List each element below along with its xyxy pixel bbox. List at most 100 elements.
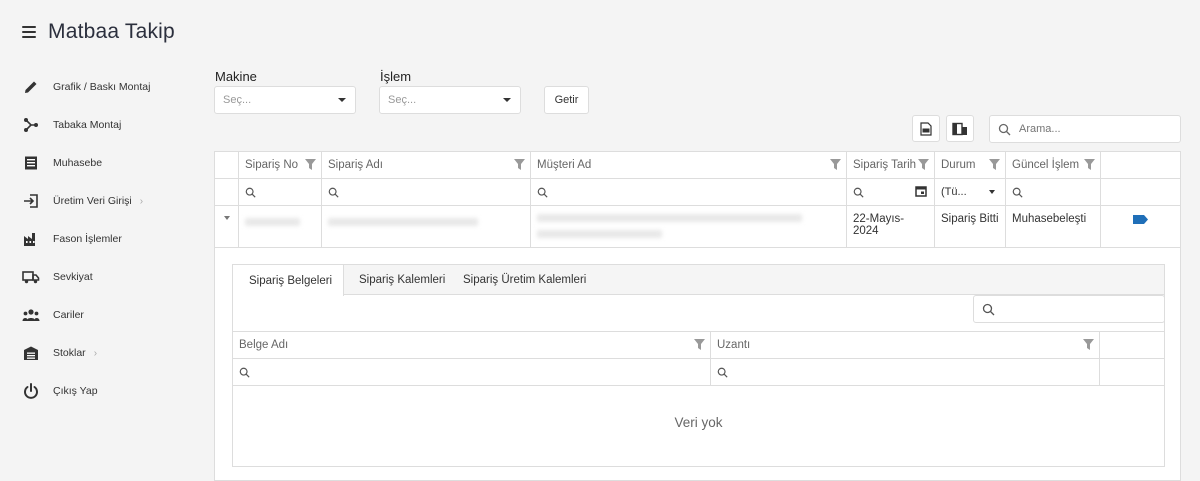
search-icon xyxy=(328,187,339,198)
search-icon xyxy=(717,367,728,378)
redacted-text xyxy=(245,218,300,226)
caret-down-icon xyxy=(503,98,511,102)
xlsx-file-icon xyxy=(920,121,932,136)
search-icon xyxy=(998,123,1011,135)
detail-search[interactable] xyxy=(973,295,1165,323)
column-header-uzanti[interactable]: Uzantı xyxy=(711,332,1100,358)
filter-icon[interactable] xyxy=(1084,159,1095,170)
filter-icon[interactable] xyxy=(1083,339,1094,350)
orders-grid: Sipariş No Sipariş Adı Müşteri Ad Sipari… xyxy=(214,151,1181,481)
cell-guncel-islem: Muhasebeleşti xyxy=(1006,206,1101,247)
column-header-musteri-ad[interactable]: Müşteri Ad xyxy=(531,152,847,178)
makine-select[interactable]: Seç... xyxy=(214,86,356,114)
filter-icon[interactable] xyxy=(830,159,841,170)
cell-actions xyxy=(1101,206,1180,247)
tab-siparis-kalemleri[interactable]: Sipariş Kalemleri xyxy=(359,265,445,295)
search-icon xyxy=(982,303,995,315)
filter-cell-siparis-adi[interactable] xyxy=(322,179,531,205)
document-icon xyxy=(22,154,40,172)
cell-siparis-no xyxy=(239,206,322,247)
chevron-right-icon: › xyxy=(93,347,98,359)
redacted-text xyxy=(328,218,478,226)
sidebar-item-tabaka-montaj[interactable]: Tabaka Montaj xyxy=(0,106,205,144)
table-row[interactable]: 22-Mayıs-2024 Sipariş Bitti Muhasebeleşt… xyxy=(215,206,1180,248)
tab-siparis-belgeleri[interactable]: Sipariş Belgeleri xyxy=(233,265,344,296)
search-icon xyxy=(1012,187,1023,198)
column-header-siparis-adi[interactable]: Sipariş Adı xyxy=(322,152,531,178)
column-header-siparis-tarih[interactable]: Sipariş Tarih xyxy=(847,152,935,178)
islem-label: İşlem xyxy=(380,69,412,84)
sidebar-item-label: Üretim Veri Girişi xyxy=(53,195,132,207)
truck-icon xyxy=(22,268,40,286)
sidebar-item-grafik-baski-montaj[interactable]: Grafik / Baskı Montaj xyxy=(0,68,205,106)
sidebar-item-fason-islemler[interactable]: Fason İşlemler xyxy=(0,220,205,258)
filter-cell-belge-adi[interactable] xyxy=(233,359,711,385)
calendar-icon[interactable] xyxy=(915,185,927,197)
warehouse-icon xyxy=(22,344,40,362)
grid-search-input[interactable] xyxy=(1019,123,1169,135)
makine-select-value: Seç... xyxy=(223,94,252,106)
filter-cell-guncel-islem[interactable] xyxy=(1006,179,1101,205)
sidebar-item-muhasebe[interactable]: Muhasebe xyxy=(0,144,205,182)
sidebar-item-label: Stoklar xyxy=(53,347,86,359)
login-icon xyxy=(22,192,40,210)
filter-icon[interactable] xyxy=(918,159,929,170)
export-xlsx-button[interactable] xyxy=(912,115,940,142)
redacted-text xyxy=(537,230,662,238)
tab-siparis-uretim-kalemleri[interactable]: Sipariş Üretim Kalemleri xyxy=(463,265,586,295)
sidebar-item-stoklar[interactable]: Stoklar › xyxy=(0,334,205,372)
sidebar-item-label: Cariler xyxy=(53,309,84,321)
menu-toggle-icon[interactable] xyxy=(22,26,36,38)
detail-tabs: Sipariş Belgeleri Sipariş Kalemleri Sipa… xyxy=(233,265,1164,296)
grid-search[interactable] xyxy=(989,115,1181,143)
sidebar-item-cikis-yap[interactable]: Çıkış Yap xyxy=(0,372,205,410)
column-header-siparis-no[interactable]: Sipariş No xyxy=(239,152,322,178)
factory-icon xyxy=(22,230,40,248)
islem-select-value: Seç... xyxy=(388,94,417,106)
sidebar-item-label: Çıkış Yap xyxy=(53,385,98,397)
redacted-text xyxy=(537,214,802,222)
makine-label: Makine xyxy=(215,69,257,84)
order-detail-panel: Sipariş Belgeleri Sipariş Kalemleri Sipa… xyxy=(232,264,1165,467)
sidebar-item-label: Muhasebe xyxy=(53,157,103,169)
expand-toggle[interactable] xyxy=(215,206,239,247)
grid-filter-row: (Tü... xyxy=(215,179,1180,206)
group-icon xyxy=(22,306,40,324)
sidebar-item-label: Fason İşlemler xyxy=(53,233,122,245)
column-header-durum[interactable]: Durum xyxy=(935,152,1006,178)
detail-header-row: Belge Adı Uzantı xyxy=(233,331,1164,359)
caret-down-icon xyxy=(338,98,346,102)
filter-cell-siparis-no[interactable] xyxy=(239,179,322,205)
share-icon xyxy=(22,116,40,134)
durum-filter-value: (Tü... xyxy=(941,186,967,198)
column-header-belge-adi[interactable]: Belge Adı xyxy=(233,332,711,358)
filter-cell-uzanti[interactable] xyxy=(711,359,1100,385)
getir-button[interactable]: Getir xyxy=(544,86,589,114)
sidebar-item-uretim-veri-girisi[interactable]: Üretim Veri Girişi › xyxy=(0,182,205,220)
islem-select[interactable]: Seç... xyxy=(379,86,521,114)
filter-icon[interactable] xyxy=(305,159,316,170)
detail-filter-row xyxy=(233,359,1164,386)
column-chooser-button[interactable] xyxy=(946,115,974,142)
chevron-right-icon: › xyxy=(139,195,144,207)
sidebar: Grafik / Baskı Montaj Tabaka Montaj Muha… xyxy=(0,68,205,410)
cell-siparis-adi xyxy=(322,206,531,247)
power-icon xyxy=(22,382,40,400)
filter-icon[interactable] xyxy=(514,159,525,170)
filter-cell-siparis-tarih[interactable] xyxy=(847,179,935,205)
filter-cell-musteri-ad[interactable] xyxy=(531,179,847,205)
sidebar-item-sevkiyat[interactable]: Sevkiyat xyxy=(0,258,205,296)
sidebar-item-cariler[interactable]: Cariler xyxy=(0,296,205,334)
sidebar-item-label: Grafik / Baskı Montaj xyxy=(53,81,151,93)
tag-icon[interactable] xyxy=(1133,215,1148,224)
sidebar-item-label: Tabaka Montaj xyxy=(53,119,122,131)
column-header-guncel-islem[interactable]: Güncel İşlem xyxy=(1006,152,1101,178)
cell-musteri-ad xyxy=(531,206,847,247)
filter-icon[interactable] xyxy=(694,339,705,350)
search-icon xyxy=(853,187,864,198)
search-icon xyxy=(245,187,256,198)
filter-icon[interactable] xyxy=(989,159,1000,170)
filter-cell-durum[interactable]: (Tü... xyxy=(935,179,1006,205)
app-title: Matbaa Takip xyxy=(48,20,175,43)
search-icon xyxy=(537,187,548,198)
